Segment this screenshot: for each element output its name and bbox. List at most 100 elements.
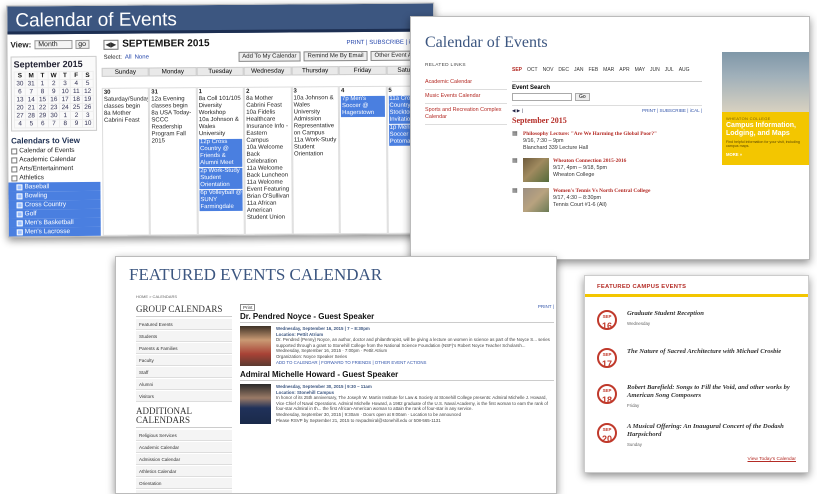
mini-day[interactable]: 5 xyxy=(25,119,38,128)
mini-day[interactable]: 31 xyxy=(25,79,37,88)
calendar-event[interactable]: 12p Cross Country @ Friends & Alumni Mee… xyxy=(198,138,243,168)
mini-day[interactable]: 1 xyxy=(59,111,71,120)
event-title[interactable]: Dr. Pendred Noyce - Guest Speaker xyxy=(240,312,554,323)
calendar-event[interactable]: 11a African American Student Union xyxy=(247,201,291,222)
additional-calendar-link[interactable]: Orientation xyxy=(136,478,232,489)
additional-calendar-link[interactable]: Admission Calendar xyxy=(136,454,232,465)
month-tab[interactable]: JUL xyxy=(665,67,674,73)
day-cell[interactable]: 4 7p Men's Soccer @ Hagerstown xyxy=(338,85,388,235)
mini-day[interactable]: 1 xyxy=(36,79,49,88)
event-title[interactable]: Philosophy Lecture: "Are We Harming the … xyxy=(523,131,657,138)
calendar-event[interactable]: 2p Work-Study Student Orientation xyxy=(199,167,243,190)
group-calendar-link[interactable]: Featured Events xyxy=(136,319,232,330)
calendar-event[interactable]: 10a Fidelis Healthcare Insurance Info - … xyxy=(246,110,290,145)
month-tab[interactable]: AUG xyxy=(679,67,690,73)
calendar-event[interactable]: 11a Work-Study Student Orientation xyxy=(294,137,338,158)
mini-day[interactable]: 13 xyxy=(14,95,26,104)
mini-day[interactable]: 28 xyxy=(25,111,38,120)
mini-day[interactable]: 12 xyxy=(81,87,94,96)
mini-day[interactable]: 15 xyxy=(36,95,49,104)
checkbox[interactable] xyxy=(16,228,23,235)
additional-calendar-link[interactable]: Summer Programs & Camps xyxy=(136,490,232,493)
prev-next-arrows[interactable]: ◀▶ xyxy=(103,39,119,50)
calendar-event[interactable]: 11a Welcome Event Featuring Brian O'Sull… xyxy=(247,180,291,201)
event-title[interactable]: Admiral Michelle Howard - Guest Speaker xyxy=(240,370,554,381)
calendar-event[interactable]: 12a Evening classes begin xyxy=(151,96,195,110)
remind-email-button[interactable]: Remind Me By Email xyxy=(303,50,368,62)
month-tab[interactable]: DEC xyxy=(558,67,569,73)
breadcrumb[interactable]: HOME > CALENDARS xyxy=(136,294,177,299)
checkbox[interactable] xyxy=(11,156,18,163)
day-cell[interactable]: 2 8a Mother Cabrini Feast 10a Fidelis Heal… xyxy=(244,86,293,235)
mini-day[interactable]: 30 xyxy=(14,79,26,88)
mini-day[interactable]: 24 xyxy=(59,103,71,112)
mini-day[interactable]: 10 xyxy=(82,119,94,128)
event-title[interactable]: Wheaton Connection 2015-2016 xyxy=(553,158,626,165)
related-link[interactable]: Academic Calendar xyxy=(425,76,507,90)
mini-day[interactable]: 14 xyxy=(25,95,37,104)
month-tab[interactable]: MAY xyxy=(635,67,645,73)
mini-day[interactable]: 8 xyxy=(36,87,49,96)
mini-day[interactable]: 7 xyxy=(25,87,37,96)
featured-event[interactable]: SEP 16 Graduate Student Reception Wednesday xyxy=(597,310,797,331)
related-link[interactable]: Music Events Calendar xyxy=(425,90,507,104)
calendar-event[interactable]: 8a USA Today-SCCC Readership Program Fal… xyxy=(151,110,195,145)
calendar-checkbox-item[interactable]: Men's Soccer xyxy=(8,235,101,238)
checkbox[interactable] xyxy=(16,201,23,208)
mini-day[interactable]: 4 xyxy=(14,119,26,128)
select-none-link[interactable]: None xyxy=(135,55,149,61)
mini-day[interactable]: 9 xyxy=(48,87,60,96)
featured-event-title[interactable]: The Nature of Sacred Architecture with M… xyxy=(627,348,781,356)
calendar-event[interactable]: 11a Welcome Back Luncheon xyxy=(247,166,291,180)
calendar-event[interactable]: 6p Volleyball @ SUNY Farmingdale xyxy=(199,189,243,212)
print-link[interactable]: PRINT | xyxy=(538,304,554,311)
group-calendar-link[interactable]: Visitors xyxy=(136,391,232,402)
mini-day[interactable]: 3 xyxy=(59,79,71,88)
calendar-event[interactable]: Saturday/Sunday classes begin xyxy=(104,96,150,111)
month-tab[interactable]: NOV xyxy=(543,67,554,73)
print-button[interactable]: Print xyxy=(240,304,256,311)
view-select[interactable]: Month xyxy=(34,40,73,50)
event-title[interactable]: Women's Tennis Vs North Central College xyxy=(553,188,650,195)
featured-event[interactable]: SEP 18 Robert Barefield: Songs to Fill the… xyxy=(597,384,797,408)
month-tab[interactable]: MAR xyxy=(603,67,614,73)
featured-event[interactable]: SEP 17 The Nature of Sacred Architecture w… xyxy=(597,348,797,369)
month-tab[interactable]: OCT xyxy=(527,67,538,73)
mini-day[interactable]: 17 xyxy=(59,95,71,104)
mini-day[interactable]: 8 xyxy=(59,119,71,128)
calendar-event[interactable]: 8a Mother Cabrini Feast xyxy=(104,111,148,125)
checkbox[interactable] xyxy=(16,192,23,199)
related-link[interactable]: Sports and Recreation Complex Calendar xyxy=(425,104,507,125)
group-calendar-link[interactable]: Alumni xyxy=(136,379,232,390)
group-calendar-link[interactable]: Students xyxy=(136,331,232,342)
mini-day[interactable]: 18 xyxy=(70,95,83,104)
checkbox[interactable] xyxy=(16,210,23,217)
checkbox[interactable] xyxy=(16,183,23,190)
promo-more-link[interactable]: MORE » xyxy=(722,149,809,160)
go-button[interactable]: go xyxy=(75,39,90,50)
day-cell[interactable]: 30 Saturday/Sunday classes begin 8a Mother… xyxy=(101,87,151,236)
featured-event-title[interactable]: A Musical Offering: An Inaugural Concert… xyxy=(627,423,797,439)
featured-event-title[interactable]: Graduate Student Reception xyxy=(627,310,704,318)
day-cell[interactable]: 1 8a Coll 101/105 Diversity Workshop 10a J… xyxy=(196,86,246,236)
mini-day[interactable]: 29 xyxy=(37,111,49,120)
featured-event-title[interactable]: Robert Barefield: Songs to Fill the Void… xyxy=(627,384,797,400)
add-to-calendar-button[interactable]: Add To My Calendar xyxy=(238,51,301,62)
promo-box[interactable]: WHEATON COLLEGE Campus Information, Lodg… xyxy=(722,52,809,165)
event-search-input[interactable] xyxy=(512,93,572,101)
mini-day[interactable]: 2 xyxy=(48,79,60,88)
checkbox[interactable] xyxy=(11,174,18,181)
mini-day[interactable]: 20 xyxy=(14,103,26,112)
month-tab[interactable]: JAN xyxy=(574,67,583,73)
mini-day[interactable]: 6 xyxy=(14,87,26,96)
mini-day[interactable]: 30 xyxy=(48,111,60,120)
mini-day[interactable]: 7 xyxy=(48,119,60,128)
mini-day[interactable]: 25 xyxy=(70,103,83,112)
toolbar-links[interactable]: PRINT | SUBSCRIBE | iCAL | xyxy=(642,108,702,114)
event-actions[interactable]: ADD TO CALENDAR | FORWARD TO FRIENDS | O… xyxy=(276,360,554,366)
calendar-event[interactable]: 8a Coll 101/105 Diversity Workshop xyxy=(199,96,243,117)
group-calendar-link[interactable]: Faculty xyxy=(136,355,232,366)
go-button[interactable]: Go xyxy=(575,93,590,101)
mini-day[interactable]: 2 xyxy=(70,111,83,120)
calendar-event[interactable]: 10a Johnson & Wales University Admission… xyxy=(294,95,338,137)
